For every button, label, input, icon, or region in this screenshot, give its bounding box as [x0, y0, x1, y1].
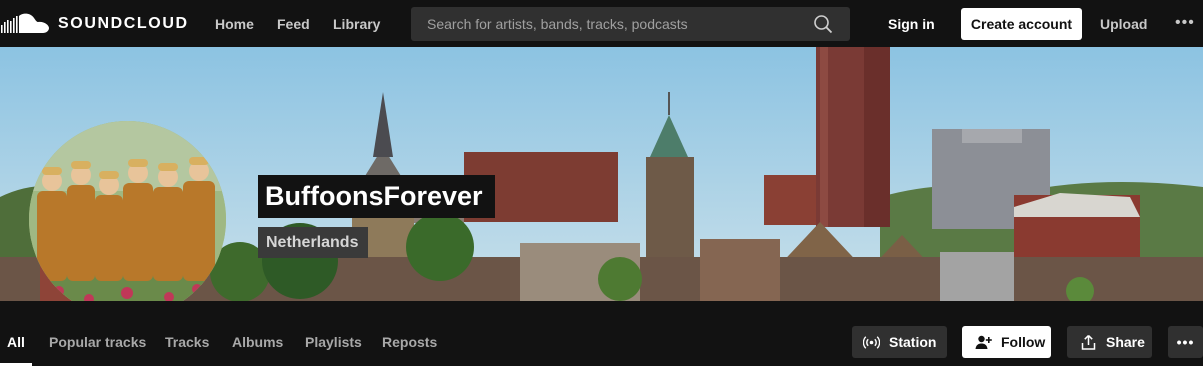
more-menu-button[interactable]: •••	[1175, 14, 1197, 34]
share-label: Share	[1106, 334, 1145, 350]
nav-library[interactable]: Library	[333, 16, 380, 32]
tab-albums[interactable]: Albums	[232, 334, 283, 350]
search-input[interactable]	[427, 7, 807, 41]
share-icon	[1081, 334, 1096, 350]
upload-link[interactable]: Upload	[1100, 16, 1147, 32]
tab-popular-tracks[interactable]: Popular tracks	[49, 334, 146, 350]
station-label: Station	[889, 334, 937, 350]
search-bar	[411, 7, 850, 41]
tab-playlists[interactable]: Playlists	[305, 334, 362, 350]
tab-all[interactable]: All	[7, 334, 25, 350]
soundcloud-logo-icon	[1, 13, 49, 33]
nav-feed[interactable]: Feed	[277, 16, 310, 32]
more-actions-button[interactable]: •••	[1168, 326, 1203, 358]
search-icon[interactable]	[813, 14, 833, 34]
profile-username: BuffoonsForever	[258, 175, 495, 218]
brand-name: SOUNDCLOUD	[58, 15, 189, 32]
profile-location: Netherlands	[258, 227, 369, 258]
sign-in-link[interactable]: Sign in	[888, 16, 935, 32]
profile-tabs-bar: All Popular tracks Tracks Albums Playlis…	[0, 301, 1203, 366]
share-button[interactable]: Share	[1067, 326, 1152, 358]
soundcloud-logo[interactable]: SOUNDCLOUD	[0, 11, 189, 37]
profile-header-banner: BuffoonsForever Netherlands	[0, 47, 1203, 301]
tab-tracks[interactable]: Tracks	[165, 334, 209, 350]
top-navigation-bar: SOUNDCLOUD Home Feed Library Sign in Cre…	[0, 0, 1203, 47]
nav-home[interactable]: Home	[215, 16, 254, 32]
tab-reposts[interactable]: Reposts	[382, 334, 437, 350]
follow-button[interactable]: Follow	[962, 326, 1051, 358]
follow-label: Follow	[1001, 334, 1046, 350]
follow-user-icon	[975, 335, 992, 349]
station-button[interactable]: Station	[852, 326, 947, 358]
create-account-button[interactable]: Create account	[961, 8, 1082, 40]
station-icon	[863, 335, 880, 349]
